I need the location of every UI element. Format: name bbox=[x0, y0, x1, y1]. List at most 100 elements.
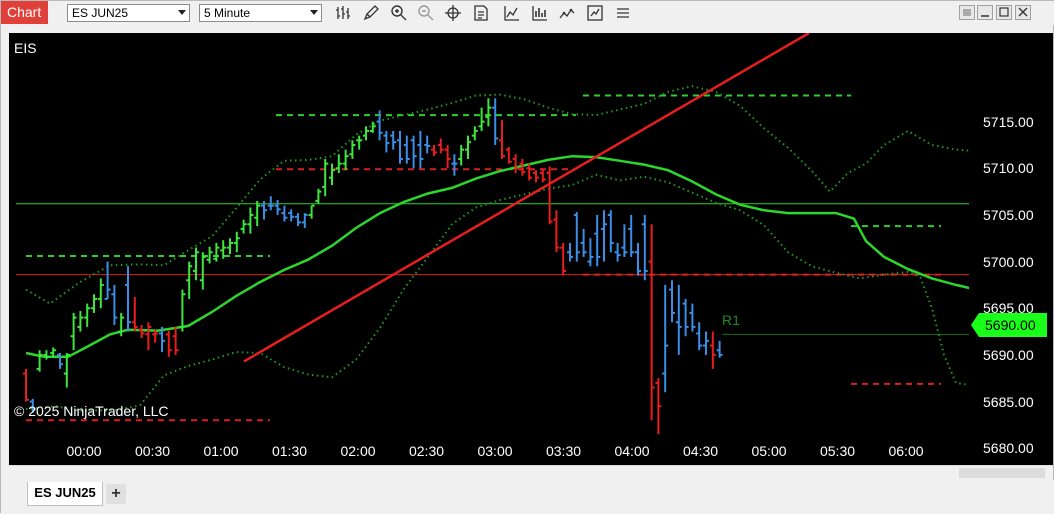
price-bar bbox=[295, 213, 301, 227]
price-bar bbox=[186, 261, 193, 299]
price-bar bbox=[485, 98, 492, 127]
price-bar bbox=[213, 242, 220, 262]
bar-style-icon[interactable] bbox=[334, 4, 352, 22]
moving-average-line bbox=[25, 154, 969, 359]
price-bar bbox=[696, 322, 703, 351]
price-bar bbox=[131, 297, 138, 332]
price-bar bbox=[635, 242, 641, 276]
crosshair-icon[interactable] bbox=[444, 4, 462, 22]
price-bar bbox=[356, 135, 363, 150]
time-tick-label: 01:00 bbox=[203, 443, 239, 459]
toolbar: Chart ES JUN25 5 Minute bbox=[1, 1, 1054, 25]
price-bar bbox=[648, 224, 655, 421]
price-bar bbox=[308, 204, 315, 219]
price-axis[interactable]: 5715.00 5710.00 5705.00 5700.00 5695.00 5690.… bbox=[969, 33, 1053, 465]
price-bar bbox=[431, 144, 437, 157]
price-bar bbox=[329, 163, 335, 186]
price-tick-label: 5680.00 bbox=[983, 440, 1034, 457]
time-tick-label: 04:00 bbox=[614, 443, 650, 459]
chevron-down-icon bbox=[178, 10, 186, 15]
copyright-text: © 2025 NinjaTrader, LLC bbox=[14, 403, 169, 419]
price-bar bbox=[233, 231, 240, 253]
price-bar bbox=[281, 205, 288, 222]
tab-bar: ES JUN25 + bbox=[1, 480, 1054, 514]
chart-window: Chart ES JUN25 5 Minute R1 EIS © 2025 Ni… bbox=[0, 0, 1054, 514]
price-bar bbox=[77, 311, 84, 332]
price-bar bbox=[125, 266, 131, 332]
price-bar bbox=[288, 209, 295, 222]
price-bar bbox=[403, 135, 410, 164]
price-bar bbox=[383, 130, 390, 153]
r1-label: R1 bbox=[722, 312, 740, 328]
price-bar bbox=[138, 325, 145, 339]
zoom-out-icon[interactable] bbox=[417, 4, 435, 22]
price-bar bbox=[682, 298, 689, 337]
price-bar bbox=[594, 214, 601, 267]
drawing-objects-icon[interactable] bbox=[614, 4, 632, 22]
price-bar bbox=[709, 331, 716, 369]
price-bar bbox=[567, 242, 573, 262]
price-bar bbox=[227, 238, 233, 255]
strategies-icon[interactable] bbox=[531, 4, 549, 22]
price-bar bbox=[451, 154, 458, 176]
price-bar bbox=[199, 252, 206, 290]
maximize-button[interactable] bbox=[996, 5, 1012, 20]
price-bar bbox=[410, 135, 417, 169]
restore-button[interactable] bbox=[959, 5, 975, 20]
current-price-marker: 5690.00 bbox=[971, 313, 1047, 337]
tab-es-jun25[interactable]: ES JUN25 bbox=[27, 482, 103, 506]
time-tick-label: 06:00 bbox=[888, 443, 924, 459]
price-bar bbox=[662, 284, 669, 393]
time-tick-label: 05:30 bbox=[819, 443, 856, 459]
time-tick-label: 05:00 bbox=[751, 443, 787, 459]
price-bar bbox=[390, 130, 397, 150]
time-tick-label: 03:00 bbox=[477, 443, 513, 459]
price-bar bbox=[417, 130, 424, 169]
draw-tool-icon[interactable] bbox=[362, 4, 380, 22]
price-bar bbox=[675, 284, 682, 355]
price-bar bbox=[349, 140, 356, 159]
scrollbar-thumb[interactable] bbox=[959, 468, 1045, 478]
price-bar bbox=[689, 303, 696, 332]
close-button[interactable] bbox=[1015, 5, 1031, 20]
price-bar bbox=[145, 322, 152, 351]
price-bar bbox=[254, 200, 261, 227]
price-bar bbox=[342, 149, 349, 171]
price-plot[interactable]: R1 bbox=[9, 33, 969, 465]
price-bar bbox=[573, 212, 580, 262]
price-bar bbox=[601, 210, 607, 262]
data-box-icon[interactable] bbox=[472, 4, 490, 22]
price-bar bbox=[301, 213, 308, 229]
interval-select[interactable]: 5 Minute bbox=[199, 4, 322, 22]
add-tab-button[interactable]: + bbox=[106, 484, 126, 504]
price-bar bbox=[315, 188, 322, 204]
horizontal-scrollbar[interactable] bbox=[9, 465, 1053, 479]
price-bar bbox=[587, 238, 594, 267]
minimize-button[interactable] bbox=[977, 5, 993, 20]
indicators-icon[interactable] bbox=[503, 4, 521, 22]
price-bar bbox=[97, 278, 104, 309]
price-bar bbox=[23, 368, 29, 402]
price-bar bbox=[553, 210, 560, 253]
price-bar bbox=[363, 126, 369, 141]
price-bar bbox=[111, 284, 118, 326]
properties-icon[interactable] bbox=[586, 4, 604, 22]
price-tick-label: 5715.00 bbox=[983, 113, 1034, 130]
price-bar bbox=[512, 154, 519, 173]
price-bar bbox=[424, 135, 431, 154]
interval-select-value: 5 Minute bbox=[204, 6, 251, 20]
price-bar bbox=[628, 214, 635, 257]
price-tick-label: 5700.00 bbox=[983, 253, 1034, 270]
time-tick-label: 02:30 bbox=[408, 443, 445, 459]
price-bar bbox=[621, 224, 628, 257]
price-bar bbox=[172, 326, 179, 355]
chart-trader-icon[interactable] bbox=[558, 4, 576, 22]
price-bar bbox=[533, 170, 539, 183]
instrument-select[interactable]: ES JUN25 bbox=[67, 4, 190, 22]
price-bar bbox=[322, 158, 329, 197]
zoom-in-icon[interactable] bbox=[390, 4, 408, 22]
price-bar bbox=[437, 138, 444, 154]
bollinger-upper-line bbox=[25, 85, 969, 305]
chart-panel[interactable]: R1 EIS © 2025 NinjaTrader, LLC 5715.00 57… bbox=[9, 33, 1053, 465]
price-bar bbox=[458, 144, 465, 166]
